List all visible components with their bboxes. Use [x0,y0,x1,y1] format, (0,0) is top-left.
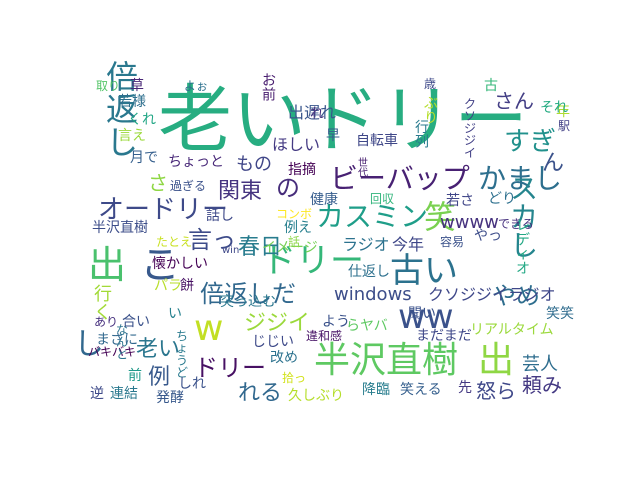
cloud-word: くれ [128,112,156,128]
cloud-word: 改め [270,350,298,366]
cloud-word: 笑笑 [546,306,574,322]
cloud-word: 今年 [392,235,424,254]
cloud-word: 突っ込む [220,294,276,310]
cloud-word: 怒ら [476,379,516,403]
cloud-word: 草 [130,78,144,94]
cloud-word: の [276,174,300,202]
cloud-word: 半沢直樹 [314,340,458,381]
cloud-word: 懐かしい [152,255,208,272]
cloud-word: なんと [116,323,128,361]
cloud-word: リアルタイム [470,322,554,338]
cloud-word: れ [310,106,324,122]
cloud-word: ほしい [272,135,320,154]
word-cloud: 老いドリー半沢直樹 出倍返しビーバップ かましドリー 古い笑出 こオードリー カスミンww… [74,58,574,406]
cloud-word: 言え [118,128,146,144]
cloud-word: 自転車 [356,132,398,149]
cloud-word: 仕返し [348,264,390,280]
cloud-word: windows [334,284,412,305]
cloud-word: 回収 [370,192,394,206]
cloud-word: 話し [206,207,234,224]
cloud-word: さん [494,89,534,113]
cloud-word: コンボ [276,207,312,221]
cloud-word: あり [94,315,118,329]
cloud-word: 若さ [446,193,474,209]
cloud-word: れる [238,381,282,406]
cloud-word: 連結 [110,386,138,402]
cloud-word: 聞い [408,306,436,322]
cloud-word: 健康 [310,191,338,208]
cloud-word: 話 [288,234,300,249]
cloud-word: ちょっと [168,154,224,170]
cloud-word: 老い [136,337,180,362]
cloud-word: 容易 [440,234,464,249]
cloud-word: ぶり [424,96,438,126]
cloud-word: 過ぎる [170,179,206,193]
cloud-word: パラ [154,278,182,294]
cloud-word: ビーバップ [330,162,470,195]
cloud-word: 出 [478,340,514,381]
cloud-word: さ [148,171,168,195]
cloud-word: 餅 [180,277,194,294]
cloud-word: ラジオ [342,235,390,254]
cloud-word: 久しぶり [288,388,344,404]
cloud-word: 月で [130,150,158,166]
cloud-word: それ [540,100,568,116]
cloud-word: 拾っ [282,370,306,385]
cloud-word: たとえ [156,235,192,249]
cloud-word: 例 [148,365,170,390]
cloud-word: どり [488,191,516,207]
cloud-word: 駅 [558,119,570,133]
cloud-word: 関東 [218,179,262,204]
cloud-word: ジジイ [244,311,310,336]
cloud-word: 前 [128,367,142,384]
cloud-word: 笑える [400,382,442,398]
cloud-word: 逆 [90,386,104,402]
cloud-word: もの [236,154,272,175]
cloud-word: ん [542,151,564,176]
cloud-word: まだまだ [416,328,472,344]
cloud-word: 出 [88,243,126,287]
cloud-word: 例え [284,220,312,236]
cloud-word: 先 [458,380,472,396]
cloud-word: クソジジイ [464,97,476,160]
cloud-word: 発酵 [156,390,184,406]
cloud-word: w [194,308,223,349]
cloud-word: レディオ [516,218,530,277]
cloud-word: win [222,245,239,256]
cloud-word: らヤバ [346,318,388,334]
cloud-word: 芸人 [522,354,558,375]
cloud-word: 歳 [424,77,436,91]
cloud-word: 取り [96,79,120,93]
cloud-word: 若様 [118,94,146,110]
cloud-word: 違和感 [306,328,342,343]
cloud-word: 世代 [358,157,368,179]
cloud-word: 降臨 [362,382,390,398]
cloud-word: 半沢直樹 [92,219,148,236]
cloud-word: じじい [252,334,294,350]
cloud-word: お前 [262,73,276,103]
cloud-word: やっ [474,228,502,244]
cloud-word: 早 [326,128,340,144]
cloud-word: 頼み [522,373,562,397]
cloud-word: クソジジイラジオ [428,285,556,304]
cloud-word: い [168,306,182,322]
cloud-word: ちょうど [176,329,188,380]
cloud-word: 指摘 [288,161,316,178]
cloud-word: 古 [484,78,498,94]
cloud-word: よぉ [184,79,208,93]
cloud-word: バキバキ [88,345,136,359]
